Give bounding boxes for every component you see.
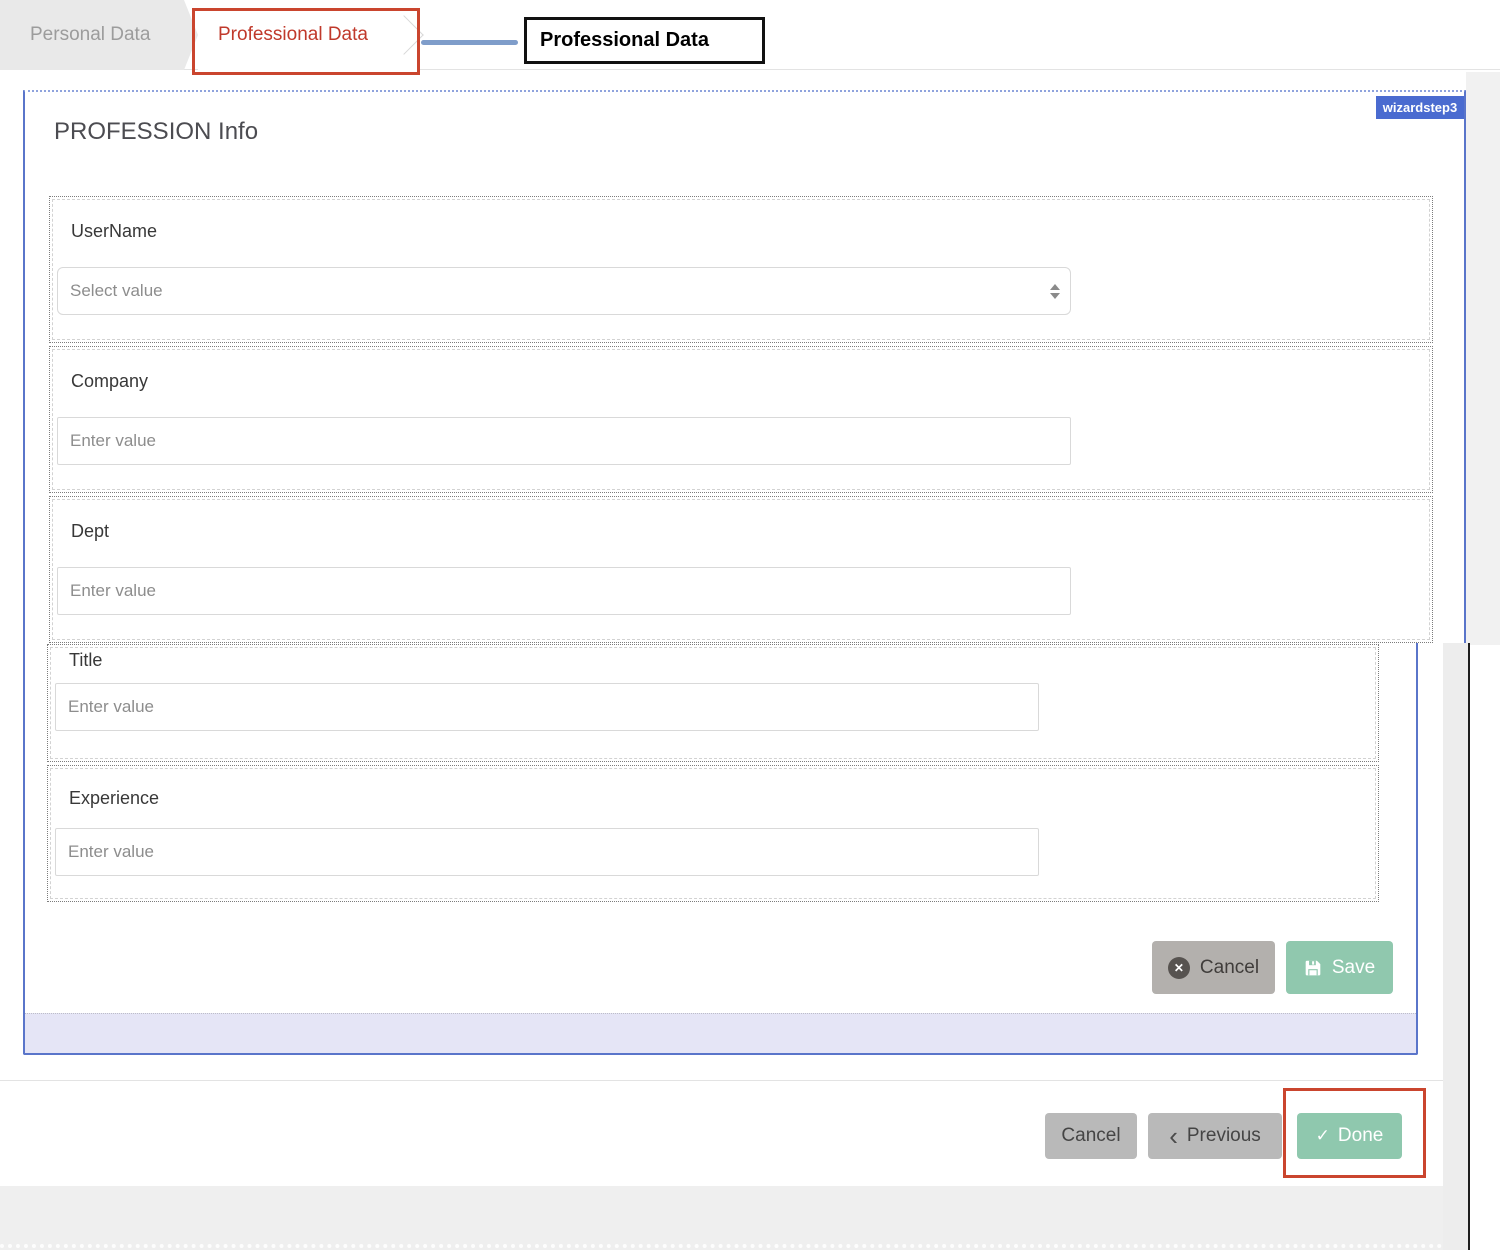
field-block-username: UserName xyxy=(49,196,1433,343)
wizard-step-panel: wizardstep3 PROFESSION Info UserName Com… xyxy=(23,90,1466,643)
cancel-circle-icon: ✕ xyxy=(1168,957,1190,979)
tab-professional-data-label: Professional Data xyxy=(218,24,368,46)
callout-connector-line xyxy=(421,40,518,45)
company-input[interactable] xyxy=(57,417,1071,465)
callout-box: Professional Data xyxy=(524,17,765,64)
check-icon: ✓ xyxy=(1316,1126,1330,1146)
callout-label: Professional Data xyxy=(540,29,709,52)
field-label-title: Title xyxy=(69,650,102,671)
field-label-dept: Dept xyxy=(71,521,109,542)
scrollbar-track[interactable] xyxy=(1443,643,1468,1250)
save-button-label: Save xyxy=(1332,957,1375,979)
form-fields-container-bottom: Title Experience xyxy=(47,644,1379,902)
wizard-done-label: Done xyxy=(1338,1125,1383,1147)
wizard-step-panel-lower: Title Experience ✕ Cancel xyxy=(23,643,1418,1055)
wizard-previous-label: Previous xyxy=(1187,1125,1261,1147)
title-input[interactable] xyxy=(55,683,1039,731)
page: Personal Data Professional Data Professi… xyxy=(0,0,1500,1250)
field-label-username: UserName xyxy=(71,221,157,242)
cancel-button[interactable]: ✕ Cancel xyxy=(1152,941,1275,994)
save-icon xyxy=(1304,959,1322,977)
field-block-title: Title xyxy=(47,644,1379,762)
overlay-screenshot-region: Title Experience ✕ Cancel xyxy=(0,643,1470,1250)
wizard-cancel-label: Cancel xyxy=(1061,1125,1120,1147)
tab-personal-data-label: Personal Data xyxy=(30,24,150,46)
panel-footer-strip xyxy=(25,1013,1416,1053)
experience-input[interactable] xyxy=(55,828,1039,876)
wizard-footer: Cancel ‹ Previous ✓ Done xyxy=(0,1080,1443,1186)
previous-chevron-icon: ‹ xyxy=(1169,1126,1178,1146)
username-select[interactable] xyxy=(57,267,1071,315)
field-block-company: Company xyxy=(49,346,1433,493)
panel-title: PROFESSION Info xyxy=(54,118,258,146)
wizardstep-badge: wizardstep3 xyxy=(1376,96,1464,119)
save-button[interactable]: Save xyxy=(1286,941,1393,994)
bottom-gray-strip xyxy=(0,1186,1443,1250)
wizard-cancel-button[interactable]: Cancel xyxy=(1045,1113,1137,1159)
tab-personal-data[interactable]: Personal Data xyxy=(0,0,198,70)
field-block-experience: Experience xyxy=(47,765,1379,902)
wizard-previous-button[interactable]: ‹ Previous xyxy=(1148,1113,1282,1159)
field-label-company: Company xyxy=(71,371,148,392)
wizard-done-button[interactable]: ✓ Done xyxy=(1297,1113,1402,1159)
dept-input[interactable] xyxy=(57,567,1071,615)
form-fields-container-top: UserName Company Dept xyxy=(49,196,1433,643)
field-label-experience: Experience xyxy=(69,788,159,809)
field-block-dept: Dept xyxy=(49,496,1433,643)
cancel-button-label: Cancel xyxy=(1200,957,1259,979)
right-gutter xyxy=(1466,72,1500,645)
